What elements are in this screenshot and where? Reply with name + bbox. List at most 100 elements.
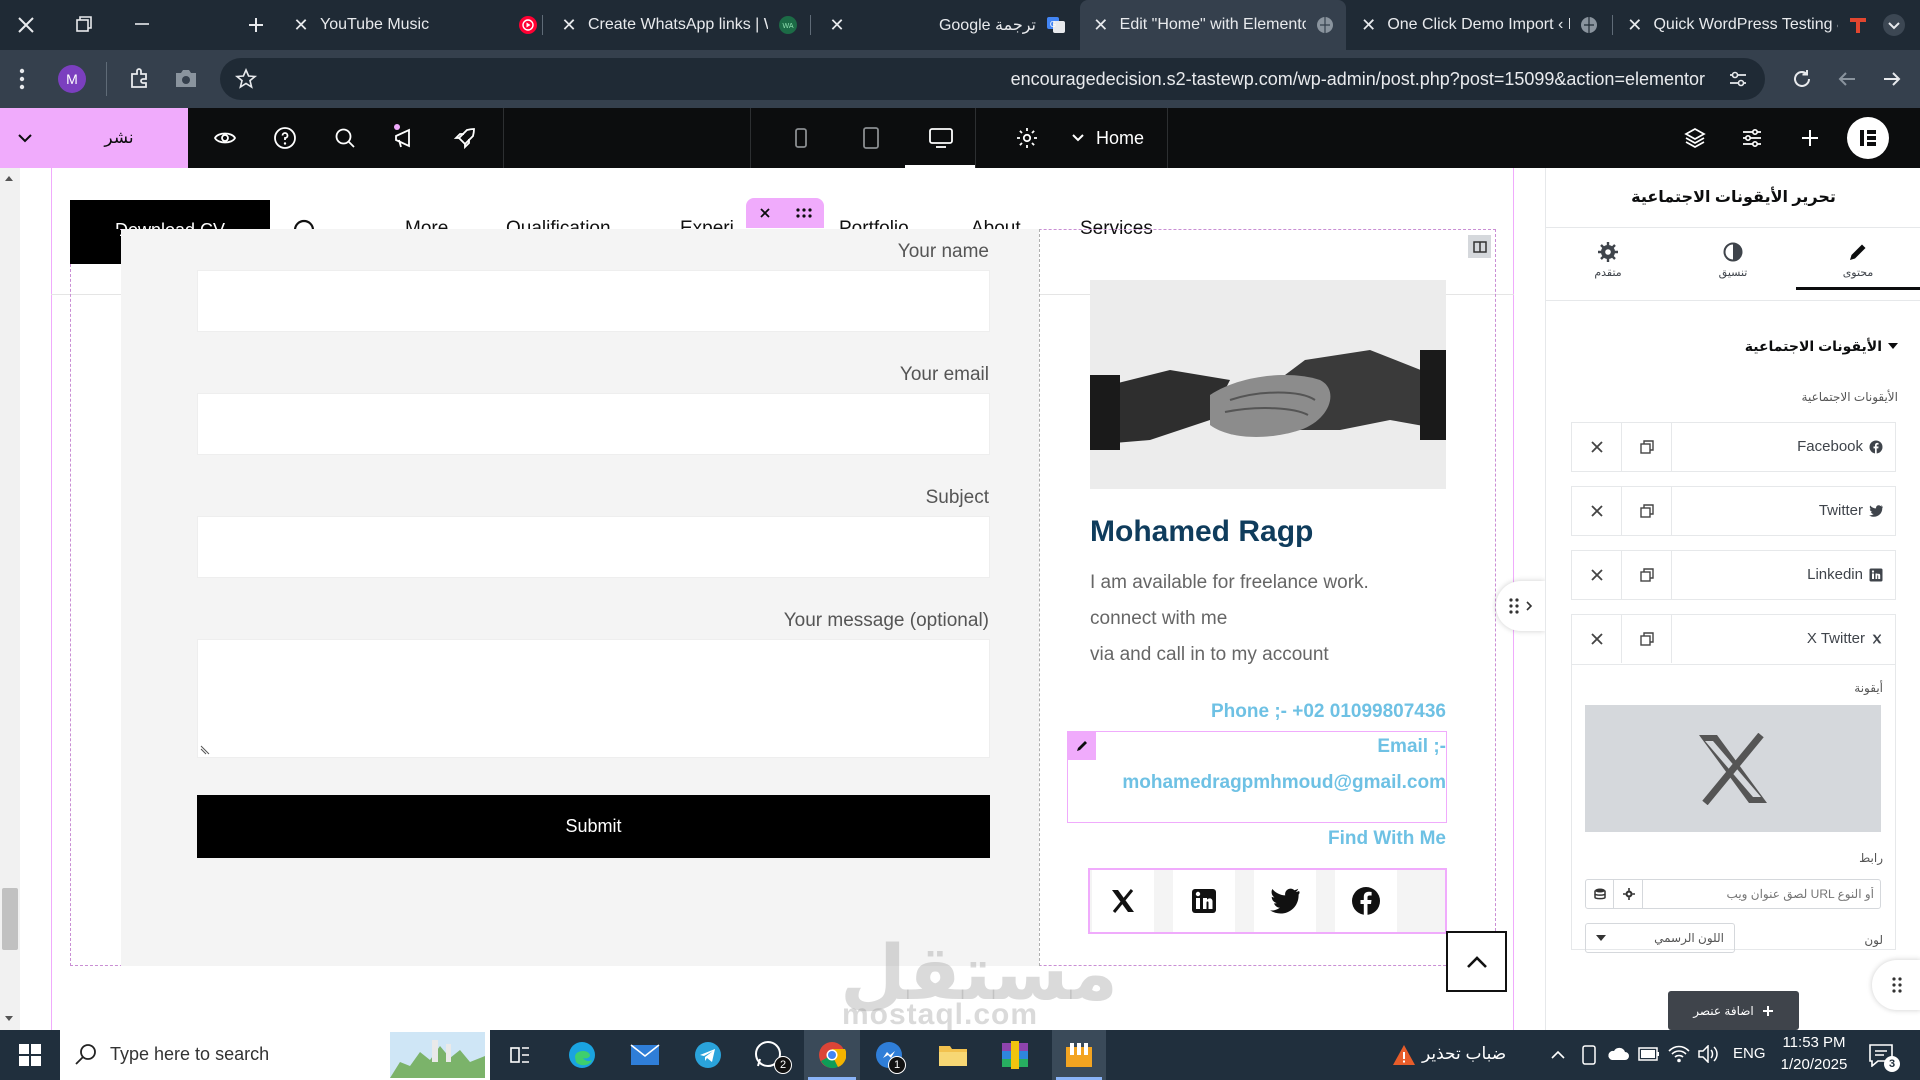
clock-date[interactable]: 1/20/2025 xyxy=(1776,1056,1852,1073)
site-settings-sliders-icon[interactable] xyxy=(1736,122,1768,154)
tab-elementor-editor[interactable]: ✕ Edit "Home" with Elementor xyxy=(1080,0,1346,50)
panel-drag-handle-icon[interactable] xyxy=(1872,960,1920,1010)
tab-whatsapp-links[interactable]: ✕ Create WhatsApp links | W WA xyxy=(548,0,818,50)
remove-item-icon[interactable] xyxy=(1572,423,1622,471)
submit-button[interactable]: Submit xyxy=(197,795,990,858)
tab-content[interactable]: محتوى xyxy=(1796,228,1920,290)
back-arrow-icon[interactable] xyxy=(1835,67,1859,91)
edge-icon[interactable] xyxy=(568,1041,596,1069)
clock-time[interactable]: 11:53 PM xyxy=(1776,1034,1852,1051)
close-window-icon[interactable] xyxy=(14,13,38,37)
tab-search-icon[interactable] xyxy=(1882,13,1906,37)
delete-container-icon[interactable] xyxy=(759,207,771,219)
language-indicator[interactable]: ENG xyxy=(1733,1045,1766,1062)
screenshot-icon[interactable] xyxy=(174,67,198,89)
rocket-icon[interactable] xyxy=(449,122,481,154)
url-text[interactable]: encouragedecision.s2-tastewp.com/wp-admi… xyxy=(1011,58,1705,100)
link-url-input[interactable] xyxy=(1644,880,1880,908)
site-settings-icon[interactable] xyxy=(1727,68,1749,90)
desktop-view-icon[interactable] xyxy=(925,122,957,154)
edit-widget-pencil-icon[interactable] xyxy=(1068,732,1096,760)
container-handle[interactable] xyxy=(746,198,824,228)
resize-handle-icon[interactable] xyxy=(200,745,210,755)
column-handle-icon[interactable] xyxy=(1468,235,1491,258)
browser-menu-icon[interactable] xyxy=(18,67,26,91)
chrome-taskbar-item[interactable] xyxy=(804,1030,860,1080)
tablet-view-icon[interactable] xyxy=(855,122,887,154)
repeater-item-linkedin[interactable]: Linkedin xyxy=(1571,550,1896,600)
tab-demo-import[interactable]: ✕ One Click Demo Import ‹ E xyxy=(1348,0,1610,50)
email-input[interactable] xyxy=(197,393,990,455)
close-tab-icon[interactable]: ✕ xyxy=(560,15,578,35)
taskbar-search-box[interactable]: Type here to search xyxy=(60,1030,490,1080)
repeater-item-x-twitter[interactable]: X Twitter أيقونة رابط لون اللون الرسمي xyxy=(1571,614,1896,953)
close-tab-icon[interactable]: ✕ xyxy=(1626,15,1643,35)
repeater-item-twitter[interactable]: Twitter xyxy=(1571,486,1896,536)
remove-item-icon[interactable] xyxy=(1572,615,1622,663)
volume-icon[interactable] xyxy=(1698,1045,1720,1063)
battery-icon[interactable] xyxy=(1638,1047,1660,1061)
structure-layers-icon[interactable] xyxy=(1679,122,1711,154)
preview-eye-icon[interactable] xyxy=(209,122,241,154)
message-textarea[interactable] xyxy=(197,639,990,758)
link-field[interactable] xyxy=(1585,879,1881,909)
device-icon[interactable] xyxy=(1580,1045,1598,1065)
linkedin-icon[interactable] xyxy=(1173,870,1235,932)
onedrive-cloud-icon[interactable] xyxy=(1607,1047,1629,1061)
page-selector[interactable]: Home xyxy=(1070,108,1144,168)
publish-button[interactable]: نشر xyxy=(50,108,188,168)
task-view-icon[interactable] xyxy=(508,1043,532,1067)
extensions-icon[interactable] xyxy=(128,66,152,90)
mail-icon[interactable] xyxy=(630,1044,660,1066)
facebook-icon[interactable] xyxy=(1335,870,1397,932)
add-element-plus-icon[interactable] xyxy=(1794,122,1826,154)
elementor-logo-icon[interactable] xyxy=(1847,117,1889,159)
scrollbar-thumb[interactable] xyxy=(2,888,18,950)
color-select[interactable]: اللون الرسمي xyxy=(1585,923,1735,953)
telegram-icon[interactable] xyxy=(694,1041,722,1069)
close-tab-icon[interactable]: ✕ xyxy=(1092,15,1110,35)
forward-arrow-icon[interactable] xyxy=(1880,67,1904,91)
minimize-window-icon[interactable] xyxy=(132,14,152,34)
help-icon[interactable] xyxy=(269,122,301,154)
tab-style[interactable]: تنسيق xyxy=(1671,228,1795,290)
remove-item-icon[interactable] xyxy=(1572,551,1622,599)
weather-text[interactable]: ضباب تحذير xyxy=(1422,1044,1506,1064)
tab-wordpress-testing[interactable]: ✕ Quick WordPress Testing & xyxy=(1614,0,1880,50)
reload-icon[interactable] xyxy=(1790,67,1814,91)
name-input[interactable] xyxy=(197,270,990,332)
remove-item-icon[interactable] xyxy=(1572,487,1622,535)
duplicate-item-icon[interactable] xyxy=(1622,551,1672,599)
app-taskbar-item[interactable] xyxy=(1052,1030,1106,1080)
weather-warning-icon[interactable] xyxy=(1392,1043,1416,1067)
bookmark-star-icon[interactable] xyxy=(234,67,258,91)
search-icon[interactable] xyxy=(329,122,361,154)
mobile-view-icon[interactable] xyxy=(785,122,817,154)
social-icons-widget[interactable] xyxy=(1088,868,1447,934)
duplicate-item-icon[interactable] xyxy=(1622,487,1672,535)
dynamic-tags-icon[interactable] xyxy=(1586,880,1614,908)
show-hidden-icons-chevron-icon[interactable] xyxy=(1550,1047,1566,1063)
twitter-icon[interactable] xyxy=(1254,870,1316,932)
repeater-item-facebook[interactable]: Facebook xyxy=(1571,422,1896,472)
duplicate-item-icon[interactable] xyxy=(1622,615,1672,663)
start-button[interactable] xyxy=(0,1030,60,1080)
add-item-button[interactable]: اضافة عنصر xyxy=(1668,991,1799,1030)
tab-google-translate[interactable]: ✕ Google ترجمة G xyxy=(816,0,1078,50)
whats-new-icon[interactable] xyxy=(389,122,421,154)
tab-youtube-music[interactable]: ✕ YouTube Music xyxy=(280,0,550,50)
page-settings-gear-icon[interactable] xyxy=(1011,122,1043,154)
subject-input[interactable] xyxy=(197,516,990,578)
section-toggle[interactable]: الأيقونات الاجتماعية xyxy=(1745,338,1898,355)
drag-handle-icon[interactable] xyxy=(795,208,812,218)
close-tab-icon[interactable]: ✕ xyxy=(1360,15,1377,35)
close-tab-icon[interactable]: ✕ xyxy=(292,15,310,35)
canvas-scrollbar[interactable] xyxy=(0,168,20,1030)
tab-advanced[interactable]: متقدم xyxy=(1546,228,1670,290)
address-bar[interactable]: encouragedecision.s2-tastewp.com/wp-admi… xyxy=(220,58,1765,100)
panel-toggle-handle[interactable] xyxy=(1496,581,1545,631)
link-options-gear-icon[interactable] xyxy=(1615,880,1643,908)
chevron-down-icon[interactable] xyxy=(0,108,50,168)
close-tab-icon[interactable]: ✕ xyxy=(828,15,846,35)
new-tab-icon[interactable] xyxy=(244,13,268,37)
